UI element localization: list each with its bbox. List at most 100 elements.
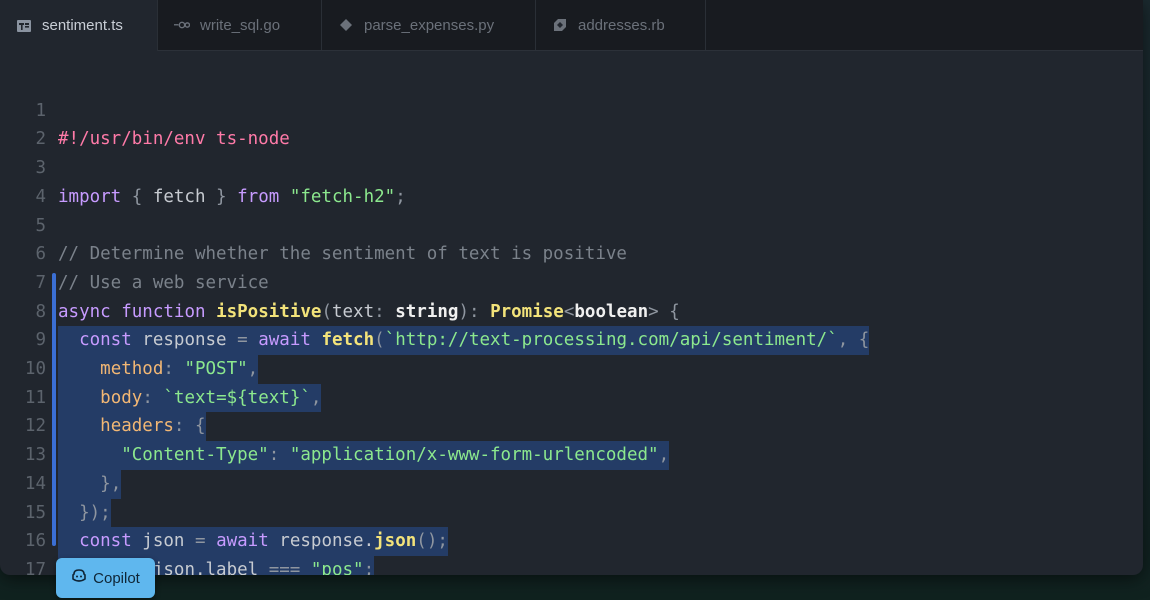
string: `http://text-processing.com/api/sentimen… [384,330,838,351]
identifier: json [131,531,195,552]
comment: // Determine whether the sentiment of te… [58,244,627,265]
punctuation: ) [458,301,469,322]
keyword: const [79,531,132,552]
punctuation: : [374,301,396,322]
operator: === [268,559,301,575]
punctuation: > [648,301,659,322]
identifier: json.label [142,559,269,575]
tab-label: sentiment.ts [42,17,123,34]
typescript-file-icon [16,18,32,34]
comment: // Use a web service [58,272,269,293]
keyword: function [121,301,206,322]
property: method [100,359,164,379]
punctuation: ; [395,186,406,207]
punctuation: : [142,387,164,408]
punctuation: ( [321,301,332,322]
punctuation: }); [79,502,111,523]
function-name: isPositive [216,301,322,322]
code-line-12: 12 "Content-Type": "application/x-www-fo… [0,384,670,470]
punctuation: } [205,186,238,207]
code-line-3: 3 import { fetch } from "fetch-h2"; [0,125,405,207]
code-line-6: 6 // Use a web service [0,212,268,293]
identifier: fetch [152,186,206,207]
code-line-13: 13 }, [0,412,122,499]
punctuation: < [563,301,575,322]
keyword: await [258,330,311,351]
string: "fetch-h2" [289,186,396,207]
line-number: 17 [24,559,46,575]
tab-parse-expenses-py[interactable]: parse_expenses.py [322,0,536,50]
punctuation: , [658,445,670,466]
punctuation: , [247,359,259,379]
string: "application/x-www-form-urlencoded" [289,445,659,466]
punctuation: , [310,387,322,408]
keyword: from [237,186,280,207]
punctuation: ( [374,330,385,351]
keyword: const [79,330,132,351]
code-line-14: 14 }); [0,441,111,528]
tab-write-sql-go[interactable]: write_sql.go [158,0,322,50]
type: string [395,301,459,322]
go-file-icon [174,17,190,33]
tab-label: parse_expenses.py [364,16,495,34]
function-name: fetch [321,330,375,351]
copilot-label: Copilot [93,569,140,587]
code-editor[interactable]: 1 #!/usr/bin/env ts-node 2 3 import { fe… [0,51,1143,575]
punctuation: ; [363,559,375,575]
keyword: async [58,301,111,322]
code-line-1: 1 #!/usr/bin/env ts-node [0,68,289,150]
punctuation: : [468,301,491,322]
parameter: text [331,301,375,322]
identifier: response [131,330,238,351]
code-line-4: 4 [0,154,63,207]
operator: = [194,531,206,552]
tab-addresses-rb[interactable]: addresses.rb [536,0,706,50]
keyword: await [216,531,269,552]
tab-label: write_sql.go [200,16,281,34]
string: "POST" [184,359,248,379]
code-line-17: 17 } [0,527,63,575]
property: headers [100,416,174,437]
operator: = [237,330,248,351]
punctuation: { [658,301,680,322]
string: "pos" [310,559,364,575]
code-line-9: 9 method: "POST", [0,298,259,384]
code-line-5: 5 // Determine whether the sentiment of … [0,183,627,265]
string: `text=${text}` [163,387,311,408]
keyword: import [58,186,122,207]
code-line-16: 16 return json.label === "pos"; [0,499,375,575]
string: "Content-Type" [121,445,269,466]
punctuation: { [121,186,153,207]
copilot-icon [71,569,87,587]
tab-label: addresses.rb [578,16,665,34]
punctuation: : [163,359,185,379]
code-line-10: 10 body: `text=${text}`, [0,326,322,413]
property: body [100,387,143,408]
identifier: response. [268,531,375,552]
editor-window: sentiment.ts write_sql.go parse_expenses… [0,0,1143,575]
code-line-15: 15 const json = await response.json(); [0,470,448,556]
punctuation: , { [837,330,870,351]
ruby-file-icon [552,17,568,33]
punctuation: : [268,445,290,466]
punctuation: (); [416,531,448,552]
python-file-icon [338,17,354,33]
shebang: #!/usr/bin/env ts-node [58,129,290,150]
code-line-11: 11 headers: { [0,355,206,442]
copilot-button[interactable]: Copilot [56,558,155,598]
type: boolean [574,301,649,322]
type: Promise [490,301,564,322]
tab-sentiment-ts[interactable]: sentiment.ts [0,0,158,51]
